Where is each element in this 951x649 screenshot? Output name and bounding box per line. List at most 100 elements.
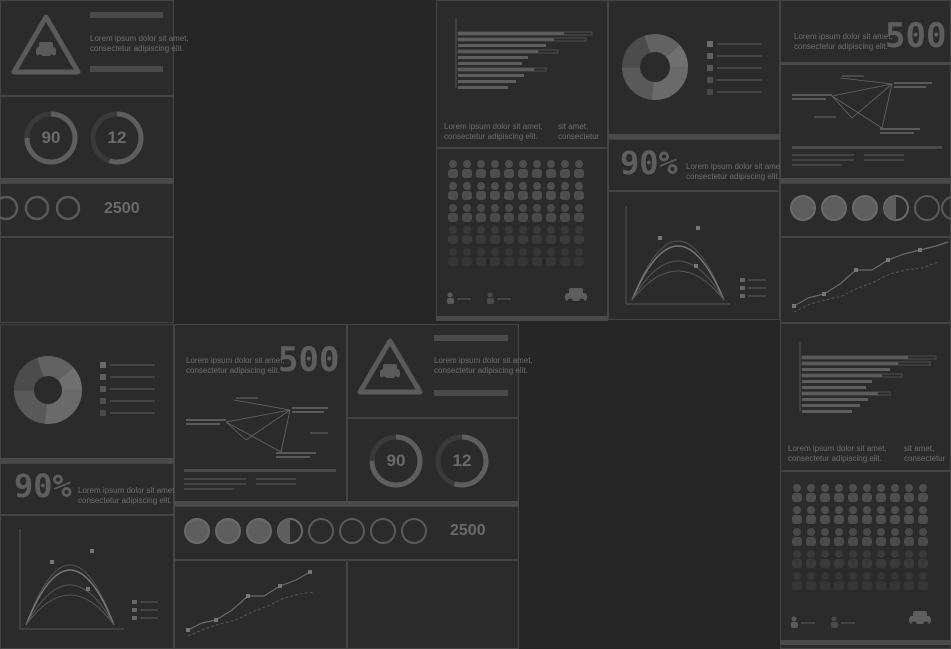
infographic-collage: Lorem ipsum dolor sit amet, consectetur … [0, 0, 951, 649]
person-pictogram [820, 572, 830, 590]
person-pictogram [476, 248, 486, 266]
person-pictogram [546, 248, 556, 266]
person-pictogram [806, 572, 816, 590]
person-pictogram [848, 484, 858, 502]
person-pictogram [918, 506, 928, 524]
rule [780, 62, 951, 65]
person-pictogram [904, 550, 914, 568]
lorem-text: Lorem ipsum dolor sit amet, consectetur … [434, 356, 533, 375]
person-pictogram [862, 528, 872, 546]
person-pictogram [904, 506, 914, 524]
person-pictogram [876, 484, 886, 502]
person-pictogram [792, 572, 802, 590]
rule [780, 640, 951, 645]
person-pictogram [904, 572, 914, 590]
big-number: 500 [278, 340, 340, 380]
lorem-text: Lorem ipsum dolor sit amet, consectetur … [78, 486, 177, 505]
person-pictogram [848, 550, 858, 568]
person-pictogram [890, 506, 900, 524]
curve-chart [625, 206, 766, 305]
person-pictogram [820, 550, 830, 568]
donut-chart [622, 34, 688, 100]
lorem-short: sit amet, consectetur [558, 122, 600, 141]
person-pictogram [806, 550, 816, 568]
counter-value: 2500 [104, 200, 140, 217]
rule [434, 335, 508, 341]
person-pictogram [876, 572, 886, 590]
counter-value: 2500 [450, 522, 486, 539]
person-pictogram [918, 550, 928, 568]
gauge-value: 90 [41, 128, 61, 147]
warning-car-icon [11, 14, 81, 75]
person-pictogram [792, 550, 802, 568]
person-pictogram [834, 550, 844, 568]
person-pictogram [448, 204, 458, 222]
person-pictogram [862, 484, 872, 502]
lorem-text: Lorem ipsum dolor sit amet, consectetur … [90, 34, 189, 53]
person-pictogram [574, 160, 584, 178]
donut-legend [707, 41, 762, 95]
person-pictogram [890, 550, 900, 568]
person-pictogram [792, 506, 802, 524]
person-pictogram [532, 204, 542, 222]
person-pictogram [504, 226, 514, 244]
rule [434, 390, 508, 396]
person-pictogram [834, 506, 844, 524]
person-pictogram [546, 160, 556, 178]
person-pictogram [448, 182, 458, 200]
person-pictogram [918, 528, 928, 546]
person-icon [791, 616, 815, 628]
person-pictogram [876, 506, 886, 524]
person-pictogram [560, 248, 570, 266]
person-pictogram [574, 248, 584, 266]
phase-circles [790, 195, 951, 221]
horizontal-bar-chart [799, 342, 937, 413]
percent-value: 90% [14, 467, 72, 505]
horizontal-bar-chart [455, 18, 593, 89]
person-pictogram [504, 248, 514, 266]
gauge-value: 12 [107, 128, 127, 147]
person-pictogram [890, 572, 900, 590]
lorem-text: Lorem ipsum dolor sit amet, consectetur … [788, 444, 887, 463]
person-pictogram [546, 226, 556, 244]
person-pictogram [448, 160, 458, 178]
person-pictogram [820, 484, 830, 502]
person-pictogram [490, 204, 500, 222]
big-number: 500 [885, 16, 947, 56]
person-pictogram [490, 182, 500, 200]
person-pictogram [532, 226, 542, 244]
person-pictogram [462, 226, 472, 244]
person-pictogram [476, 182, 486, 200]
person-pictogram [918, 484, 928, 502]
person-pictogram [504, 204, 514, 222]
warning-car-icon [357, 338, 423, 395]
person-pictogram [834, 484, 844, 502]
outline-circles [0, 195, 81, 221]
people-grid [448, 160, 584, 266]
lorem-text: Lorem ipsum dolor sit amet, consectetur … [186, 356, 285, 375]
person-pictogram [476, 160, 486, 178]
person-pictogram [462, 204, 472, 222]
person-icon [487, 292, 511, 304]
person-pictogram [890, 528, 900, 546]
person-pictogram [834, 572, 844, 590]
empty-panel [0, 237, 174, 323]
person-pictogram [806, 528, 816, 546]
person-pictogram [574, 226, 584, 244]
rule [792, 146, 942, 149]
person-pictogram [560, 182, 570, 200]
person-pictogram [848, 506, 858, 524]
gauge-value: 12 [452, 451, 472, 470]
car-icon [909, 611, 931, 627]
network-diagram [186, 397, 328, 458]
person-icon [447, 292, 471, 304]
person-pictogram [918, 572, 928, 590]
person-pictogram [532, 160, 542, 178]
person-pictogram [848, 528, 858, 546]
rule [436, 316, 608, 321]
person-pictogram [518, 226, 528, 244]
person-pictogram [490, 160, 500, 178]
person-pictogram [820, 528, 830, 546]
person-pictogram [890, 484, 900, 502]
person-pictogram [476, 204, 486, 222]
